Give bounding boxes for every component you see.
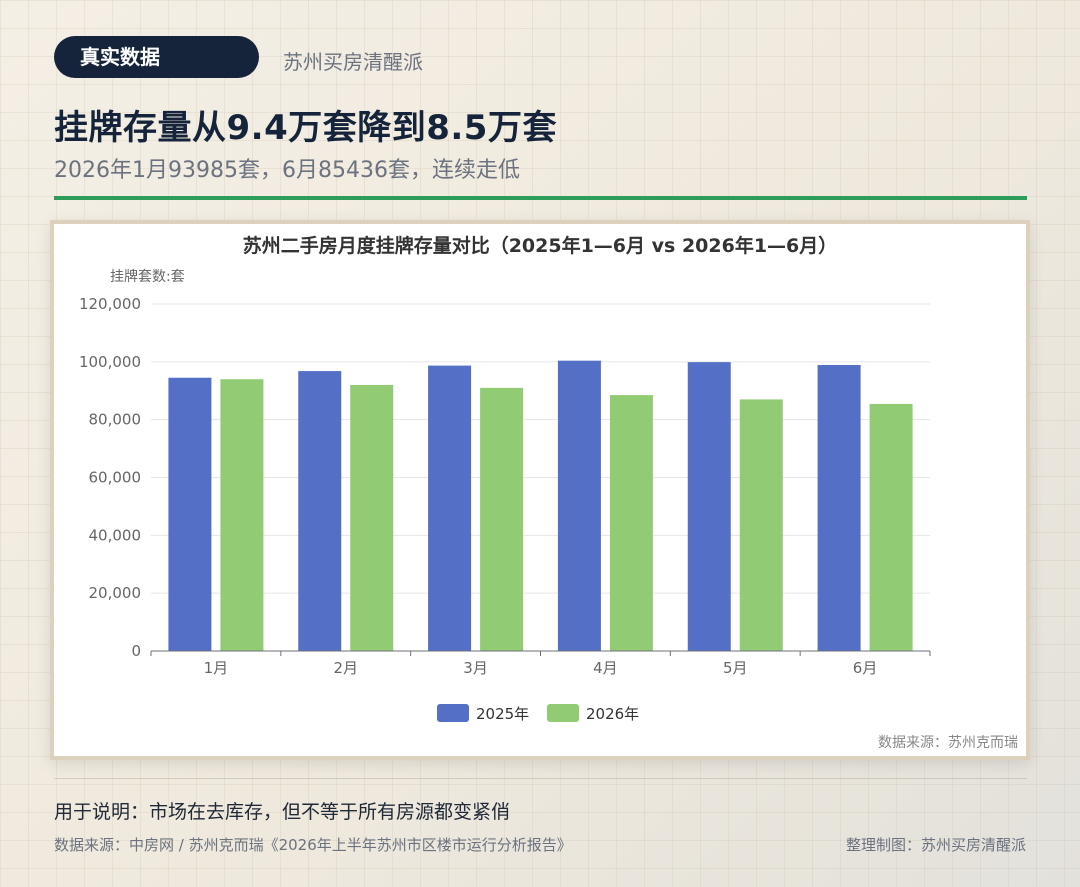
chart-card: 苏州二手房月度挂牌存量对比（2025年1—6月 vs 2026年1—6月） 挂牌… (50, 220, 1030, 760)
bar (350, 384, 394, 651)
y-tick-label: 0 (131, 642, 141, 660)
bar (480, 387, 524, 651)
footer-maker: 整理制图：苏州买房清醒派 (845, 836, 1026, 854)
bar (739, 399, 783, 651)
x-tick-label: 5月 (723, 659, 748, 677)
bar (298, 371, 342, 651)
bar-chart: 苏州二手房月度挂牌存量对比（2025年1—6月 vs 2026年1—6月） 挂牌… (79, 234, 1018, 751)
page-subtitle: 2026年1月93985套，6月85436套，连续走低 (54, 158, 520, 183)
bar (220, 379, 264, 651)
brand-name: 苏州买房清醒派 (283, 50, 423, 74)
bar (168, 377, 212, 651)
y-tick-label: 120,000 (79, 295, 141, 313)
x-tick-label: 4月 (593, 659, 618, 677)
bar (687, 362, 731, 651)
accent-divider (54, 196, 1027, 200)
y-tick-label: 20,000 (89, 584, 142, 602)
chart-source: 数据来源：苏州克而瑞 (878, 735, 1018, 751)
footer-source: 数据来源：中房网 / 苏州克而瑞《2026年上半年苏州市区楼市运行分析报告》 (54, 836, 572, 854)
chart-title: 苏州二手房月度挂牌存量对比（2025年1—6月 vs 2026年1—6月） (243, 234, 838, 257)
x-tick-label: 1月 (204, 659, 229, 677)
bar (428, 365, 472, 651)
legend-swatch (547, 704, 579, 722)
bars (168, 360, 913, 651)
legend-label: 2025年 (476, 705, 529, 723)
x-tick-label: 6月 (853, 659, 878, 677)
x-tick-label: 3月 (463, 659, 488, 677)
grid-lines (151, 303, 930, 594)
bar (869, 403, 913, 651)
footer-divider (54, 778, 1027, 779)
x-axis: 1月 2月 3月 4月 5月 6月 (150, 650, 931, 677)
legend: 2025年 2026年 (437, 704, 639, 723)
bar (609, 395, 653, 651)
page-title: 挂牌存量从9.4万套降到8.5万套 (54, 108, 557, 148)
footer-note: 用于说明：市场在去库存，但不等于所有房源都变紧俏 (54, 801, 511, 823)
y-tick-label: 100,000 (79, 353, 141, 371)
bar (817, 365, 861, 651)
legend-label: 2026年 (586, 705, 639, 723)
legend-swatch (437, 704, 469, 722)
x-tick-label: 2月 (333, 659, 358, 677)
y-axis-ticks: 0 20,000 40,000 60,000 80,000 100,000 120,000 (79, 295, 141, 660)
y-axis-label: 挂牌套数:套 (110, 268, 185, 285)
y-tick-label: 60,000 (89, 469, 142, 487)
tag-badge: 真实数据 (54, 36, 259, 78)
y-tick-label: 80,000 (89, 411, 142, 429)
y-tick-label: 40,000 (89, 526, 142, 544)
bar (557, 360, 601, 651)
